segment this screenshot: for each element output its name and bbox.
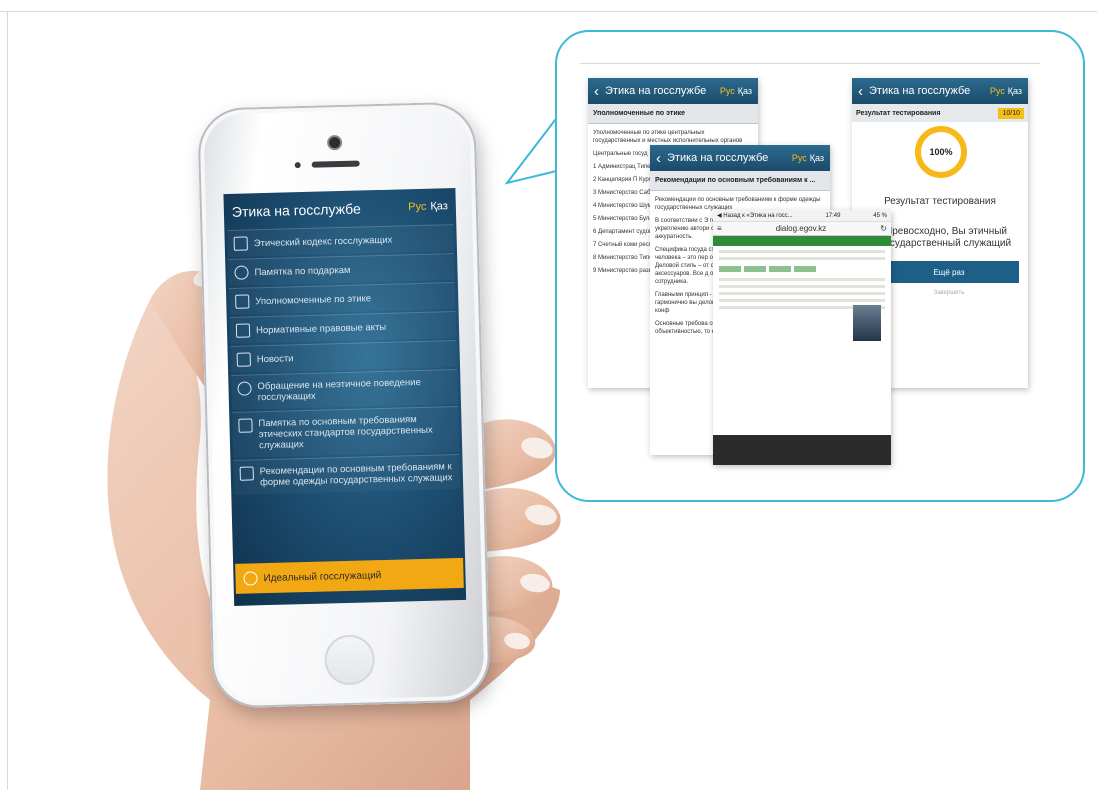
site-line xyxy=(719,250,885,253)
site-line xyxy=(719,299,885,302)
menu-item-news[interactable]: Новости xyxy=(230,340,458,373)
battery-percent: 45 % xyxy=(873,212,887,219)
site-line xyxy=(719,292,885,295)
lang-ru-button[interactable]: Рус xyxy=(792,153,807,163)
menu-item-label: Новости xyxy=(256,352,294,365)
back-to-app-link[interactable]: ◀ Назад к «Этика на госс... xyxy=(717,212,793,219)
menu-item-ethics-officers[interactable]: Уполномоченные по этике xyxy=(228,282,456,315)
result-message: Превосходно, Вы этичный государственный … xyxy=(880,226,1012,249)
menu-item-dress-code[interactable]: Рекомендации по основным требованиям к ф… xyxy=(233,453,461,495)
reload-icon[interactable]: ↻ xyxy=(880,224,887,233)
card-subtitle: Уполномоченные по этике xyxy=(588,104,758,124)
menu-item-complaint[interactable]: Обращение на неэтичное поведение госслуж… xyxy=(231,369,459,410)
result-title: Результат тестирования xyxy=(884,196,996,207)
ideal-servant-button[interactable]: Идеальный госслужащий xyxy=(235,557,464,594)
back-chevron-icon[interactable]: ‹ xyxy=(656,150,661,167)
ideal-servant-label: Идеальный госслужащий xyxy=(263,569,382,584)
site-line xyxy=(719,257,885,260)
lang-kz-button[interactable]: Қаз xyxy=(1008,86,1022,96)
menu-item-legal-acts[interactable]: Нормативные правовые акты xyxy=(229,311,457,344)
site-tab[interactable] xyxy=(794,266,816,272)
app-title: Этика на госслужбе xyxy=(231,200,361,220)
proximity-sensor xyxy=(294,162,301,169)
site-line xyxy=(719,285,885,288)
status-time: 17:49 xyxy=(825,212,841,219)
card-header: ‹ Этика на госслужбе Рус Қаз xyxy=(650,145,830,171)
result-bar-label: Результат тестирования xyxy=(856,109,941,117)
body-text: Уполномоченные по этике центральных госу… xyxy=(593,130,743,144)
lang-kz-button[interactable]: Қаз xyxy=(430,200,448,212)
callout-divider xyxy=(580,63,1040,64)
try-again-button[interactable]: Ещё раз xyxy=(879,261,1019,283)
home-button[interactable] xyxy=(324,634,376,686)
newspaper-icon xyxy=(235,323,251,338)
site-tab[interactable] xyxy=(744,266,766,272)
calendar-icon xyxy=(236,352,251,367)
card-subtitle: Рекомендации по основным требованиям к .… xyxy=(650,171,830,191)
back-chevron-icon[interactable]: ‹ xyxy=(594,83,599,100)
menu-item-label: Памятка по подаркам xyxy=(254,264,351,278)
document-icon xyxy=(235,294,250,309)
menu-item-label: Обращение на неэтичное поведение госслуж… xyxy=(257,376,421,404)
menu-item-label: Этический кодекс госслужащих xyxy=(253,234,393,249)
lang-ru-button[interactable]: Рус xyxy=(720,86,735,96)
book-icon xyxy=(238,418,253,433)
screen-browser: ◀ Назад к «Этика на госс... 17:49 45 % ≡… xyxy=(713,210,891,465)
browser-address-bar[interactable]: ≡ dialog.egov.kz ↻ xyxy=(713,222,891,236)
lang-ru-button[interactable]: Рус xyxy=(408,201,427,213)
card-header: ‹ Этика на госслужбе Рус Қаз xyxy=(852,78,1028,104)
book-icon xyxy=(233,236,248,251)
earpiece-speaker xyxy=(311,160,360,168)
score-ring: 100% xyxy=(915,126,967,178)
menu-item-gifts[interactable]: Памятка по подаркам xyxy=(228,253,455,286)
finish-link[interactable]: Завершить xyxy=(879,290,1019,296)
menu-item-label: Уполномоченные по этике xyxy=(255,292,372,307)
megaphone-icon xyxy=(239,466,254,481)
official-photo xyxy=(853,305,881,341)
site-tabs xyxy=(713,264,891,274)
menu-item-label: Памятка по основным требованиям этически… xyxy=(258,414,433,452)
score-percent: 100% xyxy=(929,147,953,157)
result-bar: Результат тестирования 10/10 xyxy=(852,104,1028,122)
score-count: 10/10 xyxy=(998,107,1024,119)
users-icon xyxy=(234,265,249,280)
frame-line xyxy=(0,11,1097,12)
menu-item-label: Нормативные правовые акты xyxy=(255,321,387,336)
lang-kz-button[interactable]: Қаз xyxy=(810,153,824,163)
url-text: dialog.egov.kz xyxy=(775,224,827,233)
card-title: Этика на госслужбе xyxy=(667,152,769,164)
frame-line xyxy=(7,11,8,790)
site-footer xyxy=(713,435,891,465)
app-header: Этика на госслужбе Рус Қаз xyxy=(223,188,456,230)
menu-item-ethics-code[interactable]: Этический кодекс госслужащих xyxy=(227,224,455,257)
site-tab[interactable] xyxy=(769,266,791,272)
site-header-bar xyxy=(713,236,891,246)
card-header: ‹ Этика на госслужбе Рус Қаз xyxy=(588,78,758,104)
site-tab[interactable] xyxy=(719,266,741,272)
target-icon xyxy=(243,571,258,586)
menu-item-label: Рекомендации по основным требованиям к ф… xyxy=(259,461,453,489)
people-icon xyxy=(237,381,252,396)
site-line xyxy=(719,278,885,281)
menu-item-ethics-standards[interactable]: Памятка по основным требованиям этически… xyxy=(232,406,460,458)
lang-ru-button[interactable]: Рус xyxy=(990,86,1005,96)
front-camera xyxy=(328,137,341,149)
stage: Этика на госслужбе Рус Қаз Этический код… xyxy=(0,0,1097,790)
card-title: Этика на госслужбе xyxy=(869,85,971,97)
browser-status-bar: ◀ Назад к «Этика на госс... 17:49 45 % xyxy=(713,210,891,222)
back-chevron-icon[interactable]: ‹ xyxy=(858,83,863,100)
phone-screen: Этика на госслужбе Рус Қаз Этический код… xyxy=(223,188,467,606)
lang-kz-button[interactable]: Қаз xyxy=(738,86,752,96)
card-title: Этика на госслужбе xyxy=(605,85,707,97)
smartphone: Этика на госслужбе Рус Қаз Этический код… xyxy=(197,101,491,709)
